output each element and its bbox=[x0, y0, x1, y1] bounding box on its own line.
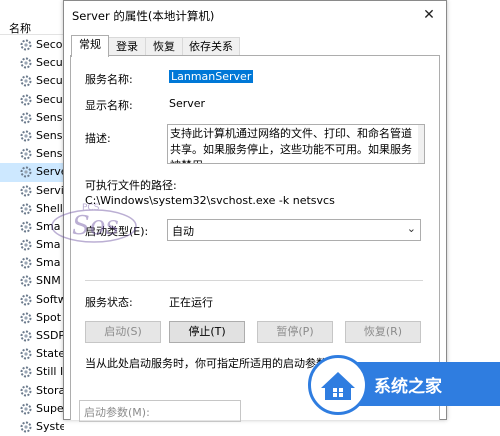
gear-icon bbox=[20, 275, 32, 287]
service-name: Still I bbox=[36, 365, 64, 379]
gear-icon bbox=[20, 75, 32, 87]
display-name-label: 显示名称: bbox=[85, 99, 133, 112]
service-name-label: 服务名称: bbox=[85, 73, 133, 86]
exe-path-label: 可执行文件的路径: bbox=[85, 179, 177, 192]
service-name: Spot bbox=[36, 310, 62, 324]
service-name: Servi bbox=[36, 183, 64, 197]
service-name: Sens bbox=[36, 147, 63, 161]
list-item[interactable]: State bbox=[0, 345, 64, 363]
service-status-value: 正在运行 bbox=[169, 296, 213, 309]
list-item[interactable]: Sens bbox=[0, 109, 64, 127]
gear-icon bbox=[20, 94, 32, 106]
start-button[interactable]: 启动(S) bbox=[85, 321, 161, 343]
service-name: State bbox=[36, 347, 64, 361]
service-name: Supe bbox=[36, 401, 64, 415]
description-scrollbar[interactable] bbox=[418, 125, 424, 163]
list-item[interactable]: SNM bbox=[0, 272, 64, 290]
start-params-input[interactable]: 启动参数(M): bbox=[79, 400, 241, 422]
list-item[interactable]: SSDP bbox=[0, 327, 64, 345]
gear-icon bbox=[20, 348, 32, 360]
gear-icon bbox=[20, 39, 32, 51]
service-name-value[interactable]: LanmanServer bbox=[169, 70, 254, 83]
description-textbox[interactable]: 支持此计算机通过网络的文件、打印、和命名管道共享。如果服务停止，这些功能不可用。… bbox=[167, 124, 425, 164]
description-text: 支持此计算机通过网络的文件、打印、和命名管道共享。如果服务停止，这些功能不可用。… bbox=[170, 127, 412, 163]
list-item[interactable]: Sens bbox=[0, 127, 64, 145]
title-bar[interactable]: Server 的属性(本地计算机) ✕ bbox=[64, 1, 446, 29]
list-item[interactable]: Supe bbox=[0, 400, 64, 418]
list-item[interactable]: Stora bbox=[0, 382, 64, 400]
start-params-hint: 当从此处启动服务时，你可指定所适用的启动参数。 bbox=[85, 357, 338, 370]
service-name: Sens bbox=[36, 110, 63, 124]
list-item[interactable]: Seco bbox=[0, 36, 64, 54]
service-name: Seco bbox=[36, 38, 63, 51]
stop-button[interactable]: 停止(T) bbox=[169, 321, 245, 343]
gear-icon bbox=[20, 330, 32, 342]
gear-icon bbox=[20, 421, 32, 433]
resume-button[interactable]: 恢复(R) bbox=[345, 321, 421, 343]
list-item[interactable]: Serve bbox=[0, 163, 64, 182]
watermark-logo: 系统之家 bbox=[308, 353, 500, 418]
close-icon: ✕ bbox=[423, 7, 435, 23]
service-name: Sens bbox=[36, 128, 63, 142]
gear-icon bbox=[20, 403, 32, 415]
startup-type-value: 自动 bbox=[172, 225, 194, 238]
tab-general[interactable]: 常规 bbox=[71, 35, 109, 57]
gear-icon bbox=[20, 166, 32, 178]
logo-text: 系统之家 bbox=[374, 377, 442, 397]
service-name: Secu bbox=[36, 56, 63, 70]
list-item[interactable]: Still I bbox=[0, 363, 64, 381]
service-name: Secu bbox=[36, 74, 63, 88]
service-status-label: 服务状态: bbox=[85, 296, 133, 309]
gear-icon bbox=[20, 203, 32, 215]
watermark-pcs: Sos PCS bbox=[48, 196, 144, 248]
gear-icon bbox=[20, 239, 32, 251]
gear-icon bbox=[20, 185, 32, 196]
list-header-name[interactable]: 名称 bbox=[0, 18, 64, 35]
list-item[interactable]: Syste bbox=[0, 418, 64, 436]
chevron-down-icon: ⌄ bbox=[406, 222, 416, 235]
description-label: 描述: bbox=[85, 132, 111, 145]
pause-button[interactable]: 暂停(P) bbox=[257, 321, 333, 343]
list-item[interactable]: Sma bbox=[0, 254, 64, 272]
list-item[interactable]: Secu bbox=[0, 72, 64, 90]
gear-icon bbox=[20, 294, 32, 306]
gear-icon bbox=[20, 312, 32, 324]
house-icon bbox=[308, 355, 368, 415]
list-item[interactable]: Spot bbox=[0, 309, 64, 327]
service-name: Secu bbox=[36, 92, 63, 106]
display-name-value: Server bbox=[169, 97, 206, 110]
gear-icon bbox=[20, 366, 32, 378]
list-item[interactable]: Secu bbox=[0, 91, 64, 109]
list-item[interactable]: Softw bbox=[0, 291, 64, 309]
service-name: SNM bbox=[36, 274, 61, 288]
service-name: SSDP bbox=[36, 329, 64, 342]
gear-icon bbox=[20, 148, 32, 160]
gear-icon bbox=[20, 57, 32, 69]
svg-text:PCS: PCS bbox=[82, 203, 100, 213]
list-header-label: 名称 bbox=[9, 22, 31, 35]
service-name: Syste bbox=[36, 419, 64, 433]
startup-type-select[interactable]: 自动 ⌄ bbox=[167, 219, 421, 241]
tab-logon[interactable]: 登录 bbox=[108, 37, 146, 56]
tab-recovery[interactable]: 恢复 bbox=[145, 37, 183, 56]
gear-icon bbox=[20, 130, 32, 142]
gear-icon bbox=[20, 385, 32, 397]
tab-dependencies[interactable]: 依存关系 bbox=[182, 37, 240, 56]
service-name: Stora bbox=[36, 383, 64, 397]
list-item[interactable]: Secu bbox=[0, 54, 64, 72]
service-name: Serve bbox=[36, 165, 64, 179]
dialog-title: Server 的属性(本地计算机) bbox=[72, 9, 215, 23]
gear-icon bbox=[20, 112, 32, 124]
gear-icon bbox=[20, 221, 32, 233]
service-name: Sma bbox=[36, 256, 61, 270]
service-name: Softw bbox=[36, 292, 64, 306]
close-button[interactable]: ✕ bbox=[412, 1, 446, 29]
gear-icon bbox=[20, 257, 32, 269]
divider bbox=[85, 280, 423, 281]
svg-text:Sos: Sos bbox=[72, 211, 119, 241]
list-item[interactable]: Sens bbox=[0, 145, 64, 163]
